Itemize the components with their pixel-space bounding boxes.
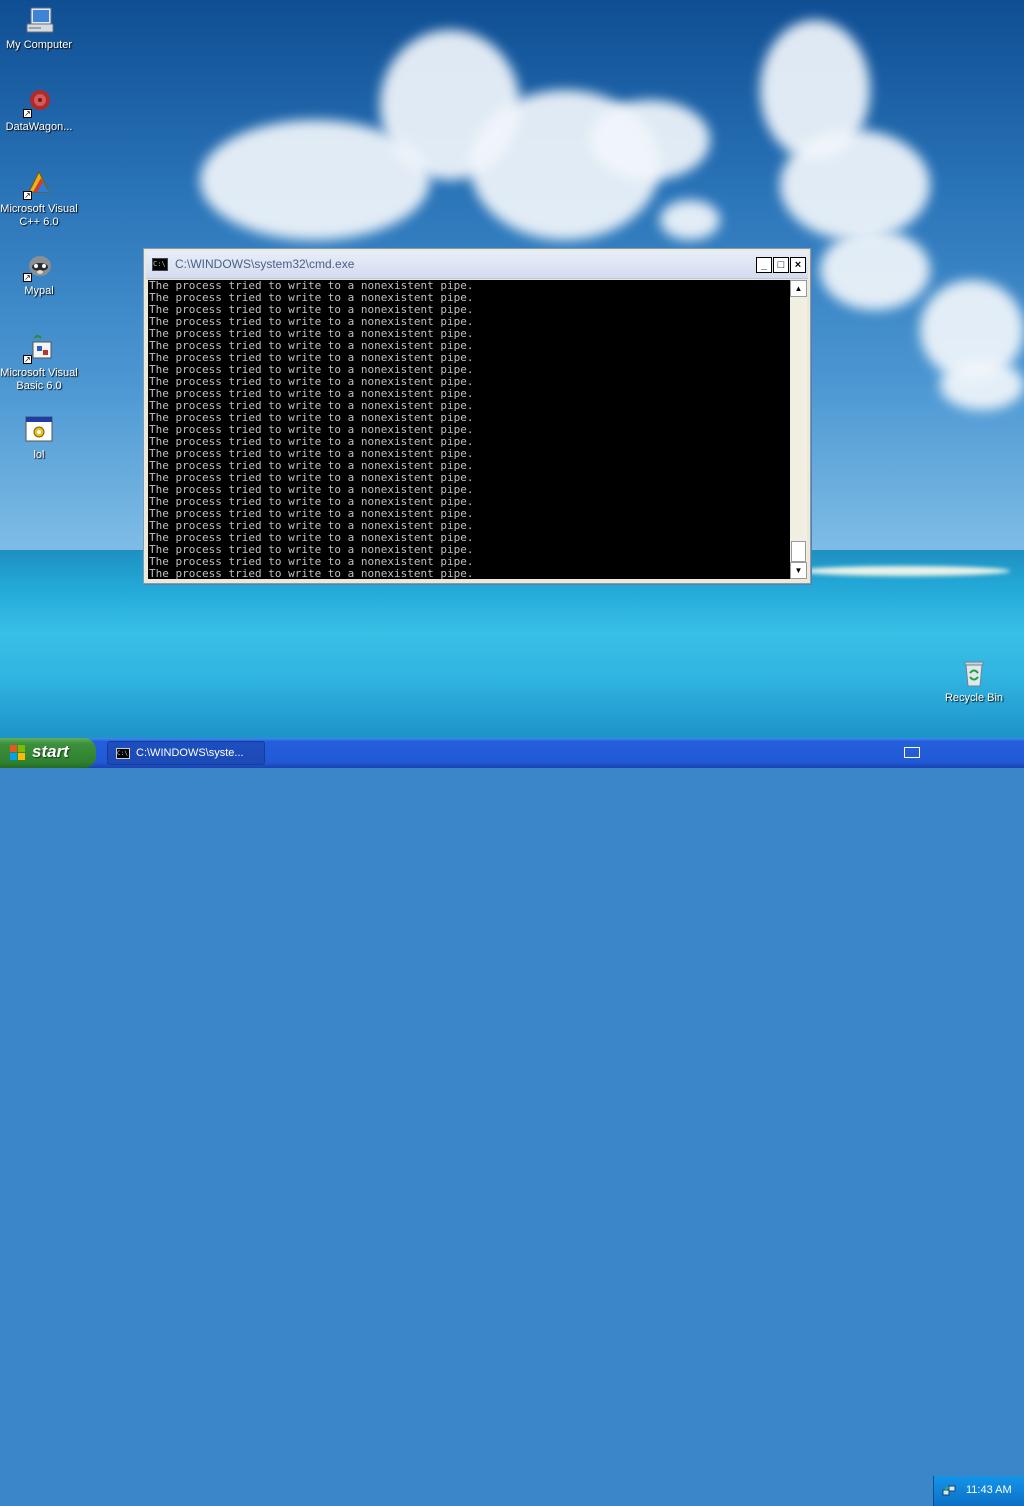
console-line: The process tried to write to a nonexist…: [149, 567, 474, 580]
taskbar-item-cmd[interactable]: C:\ C:\WINDOWS\syste...: [107, 741, 265, 765]
cloud: [780, 130, 930, 240]
network-icon[interactable]: [942, 1484, 956, 1498]
desktop-icon-label: Microsoft Visual: [0, 367, 78, 379]
scrollbar-thumb[interactable]: [791, 541, 806, 562]
minimize-button[interactable]: _: [756, 257, 772, 273]
shortcut-arrow-icon: ↗: [23, 109, 32, 118]
close-button[interactable]: ×: [790, 257, 806, 273]
shortcut-arrow-icon: ↗: [23, 191, 32, 200]
cloud: [820, 230, 930, 310]
desktop-icon-mypal[interactable]: ↗ Mypal: [0, 250, 78, 298]
computer-icon: [23, 4, 55, 36]
keyboard-icon[interactable]: [904, 747, 920, 758]
visual-cpp-icon: ↗: [23, 168, 55, 200]
desktop-icon-my-computer[interactable]: My Computer: [0, 4, 78, 52]
cloud: [660, 200, 720, 240]
desktop-icon-label: Microsoft Visual: [0, 203, 78, 215]
scroll-up-arrow-icon[interactable]: ▲: [790, 280, 807, 297]
shortcut-arrow-icon: ↗: [23, 273, 32, 282]
desktop-icon-datawagon[interactable]: ↗ DataWagon...: [0, 86, 78, 134]
window-title: C:\WINDOWS\system32\cmd.exe: [175, 257, 355, 271]
system-tray: 11:43 AM: [933, 1476, 1024, 1506]
desktop-icon-label: Basic 6.0: [16, 380, 62, 392]
window-titlebar[interactable]: C:\ C:\WINDOWS\system32\cmd.exe _ □ ×: [146, 251, 808, 279]
taskbar: start C:\ C:\WINDOWS\syste... 11:43 AM: [0, 738, 1024, 1506]
executable-icon: [23, 414, 55, 446]
desktop-icon-label: Mypal: [24, 285, 54, 297]
visual-basic-icon: ↗: [23, 332, 55, 364]
datawagon-icon: ↗: [23, 86, 55, 118]
desktop-icon-lol[interactable]: lol: [0, 414, 78, 462]
mypal-icon: ↗: [23, 250, 55, 282]
shortcut-arrow-icon: ↗: [23, 355, 32, 364]
desktop-icon-visual-basic[interactable]: ↗ Microsoft Visual Basic 6.0: [0, 332, 78, 393]
wallpaper-island: [800, 566, 1010, 576]
desktop-icon-label: Recycle Bin: [944, 692, 1004, 704]
desktop-icon-label: C++ 6.0: [19, 216, 59, 228]
start-button[interactable]: start: [0, 738, 96, 768]
recycle-bin-icon: [958, 657, 990, 689]
scroll-down-arrow-icon[interactable]: ▼: [790, 562, 807, 579]
desktop-icon-visual-cpp[interactable]: ↗ Microsoft Visual C++ 6.0: [0, 168, 78, 229]
desktop-icon-recycle-bin[interactable]: Recycle Bin: [935, 657, 1013, 705]
vertical-scrollbar[interactable]: ▲ ▼: [790, 280, 807, 579]
taskbar-item-label: C:\WINDOWS\syste...: [136, 747, 244, 759]
cloud: [590, 100, 710, 180]
desktop-icon-label: lol: [33, 449, 45, 461]
maximize-button[interactable]: □: [773, 257, 789, 273]
start-label: start: [32, 742, 69, 761]
cmd-icon: C:\: [116, 748, 130, 759]
cmd-icon[interactable]: C:\: [152, 258, 168, 271]
cmd-window[interactable]: C:\ C:\WINDOWS\system32\cmd.exe _ □ × Th…: [143, 248, 811, 584]
console-output[interactable]: The process tried to write to a nonexist…: [148, 280, 790, 579]
cloud: [940, 360, 1024, 410]
desktop-icon-label: My Computer: [5, 39, 73, 51]
taskbar-clock[interactable]: 11:43 AM: [966, 1484, 1012, 1496]
desktop-icon-label: DataWagon...: [5, 121, 73, 133]
windows-flag-icon: [10, 745, 26, 761]
